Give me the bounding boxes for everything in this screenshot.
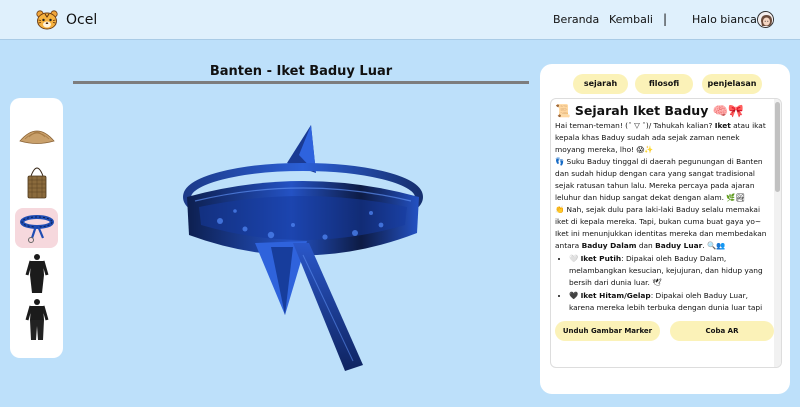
tiger-face-icon[interactable] xyxy=(36,10,58,30)
info-panel: sejarah filosofi penjelasan 📜 Sejarah Ik… xyxy=(540,64,790,394)
content-scrollbar[interactable] xyxy=(774,99,781,367)
headband-icon xyxy=(19,215,54,243)
item-thumb-headband[interactable] xyxy=(15,208,58,248)
list-item: 🖤 Iket Hitam/Gelap: Dipakai oleh Baduy L… xyxy=(569,290,771,314)
top-navbar: Ocel Beranda Kembali | Halo bianca! xyxy=(0,0,800,40)
li2-emoji: 🖤 xyxy=(569,291,581,300)
li1-emoji: 🤍 xyxy=(569,254,581,263)
item-thumb-black-outfit[interactable] xyxy=(15,253,58,293)
p1-text: Hai teman-teman! (ˆ ▽ ˆ)/ Tahukah kalian… xyxy=(555,121,715,130)
tab-filosofi[interactable]: filosofi xyxy=(635,74,693,94)
page-title: Banten - Iket Baduy Luar xyxy=(209,64,393,79)
tab-penjelasan[interactable]: penjelasan xyxy=(702,74,762,94)
p1-bold: Iket xyxy=(714,121,731,130)
li2-bold: Iket Hitam/Gelap xyxy=(580,291,651,300)
section-title: 📜 Sejarah Iket Baduy 🧠🎀 xyxy=(555,103,744,118)
scrollbar-thumb[interactable] xyxy=(775,102,780,192)
paragraph-3: 👏 Nah, sejak dulu para laki-laki Baduy s… xyxy=(555,204,771,252)
headband-3d-model-icon xyxy=(183,125,423,371)
3d-model-view[interactable] xyxy=(175,125,430,375)
item-selector xyxy=(10,98,63,358)
straw-hat-icon xyxy=(18,130,55,144)
nav-link-kembali[interactable]: Kembali xyxy=(609,13,653,26)
paragraph-2: 👣 Suku Baduy tinggal di daerah pegununga… xyxy=(555,157,763,202)
p3-bold-baduy-luar: Baduy Luar xyxy=(655,241,703,250)
brand-name[interactable]: Ocel xyxy=(66,12,97,28)
item-thumb-black-outfit-pants[interactable] xyxy=(15,298,58,340)
nav-link-beranda[interactable]: Beranda xyxy=(553,13,599,26)
item-thumb-woven-bag[interactable] xyxy=(15,158,58,199)
iket-color-list: 🤍 Iket Putih: Dipakai oleh Baduy Dalam, … xyxy=(555,253,771,314)
p3-bold-baduy-dalam: Baduy Dalam xyxy=(581,241,637,250)
woven-bag-icon xyxy=(27,167,46,199)
user-avatar-icon xyxy=(758,12,773,27)
list-item: 🤍 Iket Putih: Dipakai oleh Baduy Dalam, … xyxy=(569,253,771,289)
user-greeting: Halo bianca! xyxy=(692,13,762,26)
tab-sejarah[interactable]: sejarah xyxy=(573,74,628,94)
nav-separator: | xyxy=(663,12,668,26)
p3-text-mid: dan xyxy=(636,241,656,250)
paragraph-1: Hai teman-teman! (ˆ ▽ ˆ)/ Tahukah kalian… xyxy=(555,120,771,156)
download-marker-button[interactable]: Unduh Gambar Marker xyxy=(555,321,660,341)
try-ar-button[interactable]: Coba AR xyxy=(670,321,774,341)
item-thumb-straw-hat[interactable] xyxy=(15,113,58,153)
title-underline xyxy=(73,81,529,84)
avatar[interactable] xyxy=(757,11,774,28)
black-outfit-pants-icon xyxy=(25,299,48,340)
p3-text-end: . 🔍👥 xyxy=(702,241,726,250)
black-outfit-icon xyxy=(25,254,48,293)
li1-bold: Iket Putih xyxy=(580,254,622,263)
